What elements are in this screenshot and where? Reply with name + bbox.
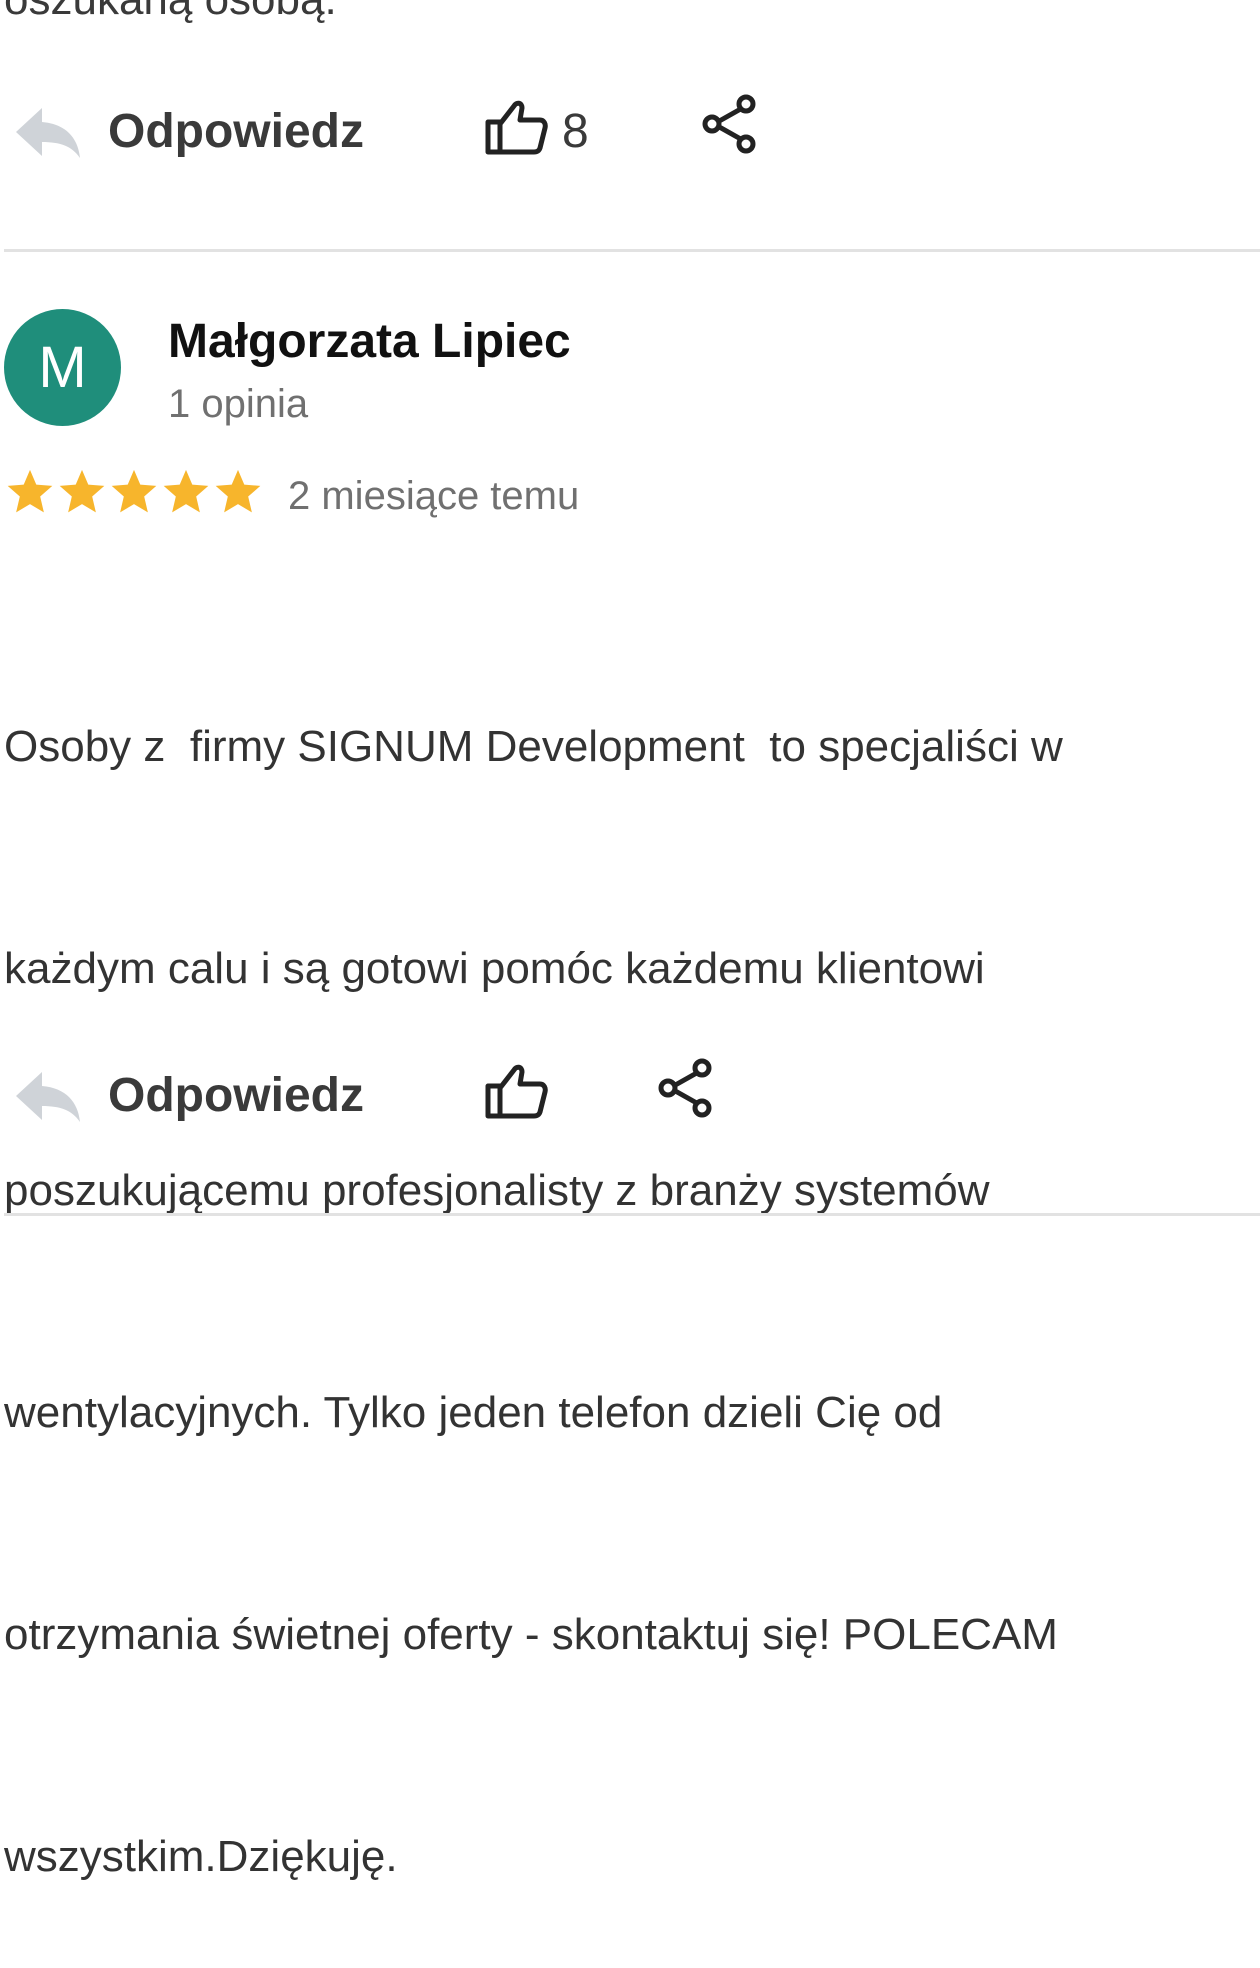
review-text-line: wentylacyjnych. Tylko jeden telefon dzie… <box>4 1388 943 1437</box>
review-text: Osoby z firmy SIGNUM Development to spec… <box>4 562 1260 1968</box>
star-icon <box>111 469 157 513</box>
review-text-line: Osoby z firmy SIGNUM Development to spec… <box>4 722 1063 771</box>
thumbs-up-icon[interactable] <box>484 96 550 158</box>
review-divider <box>4 249 1260 252</box>
reply-button[interactable]: Odpowiedz <box>108 1066 364 1126</box>
star-icon <box>59 469 105 513</box>
star-rating <box>4 462 264 522</box>
star-icon <box>215 469 261 513</box>
avatar[interactable]: M <box>4 309 121 426</box>
author-name[interactable]: Małgorzata Lipiec <box>168 312 571 372</box>
star-icon <box>163 469 209 513</box>
reply-arrow-icon[interactable] <box>12 1066 84 1126</box>
like-count: 8 <box>562 105 589 158</box>
review-text-line: otrzymania świetnej oferty - skontaktuj … <box>4 1610 1058 1659</box>
review-actions: Odpowiedz <box>0 1056 1260 1136</box>
review-text-line: każdym calu i są gotowi pomóc każdemu kl… <box>4 944 985 993</box>
review-date: 2 miesiące temu <box>288 474 580 518</box>
reply-arrow-icon[interactable] <box>12 102 84 162</box>
author-review-count: 1 opinia <box>168 382 309 426</box>
review-text-line: poszukującemu profesjonalisty z branży s… <box>4 1166 990 1215</box>
share-icon[interactable] <box>702 94 758 154</box>
review-divider <box>4 1213 1260 1216</box>
share-icon[interactable] <box>658 1058 714 1118</box>
previous-review-text: oszukaną osobą. <box>4 0 337 26</box>
reply-button[interactable]: Odpowiedz <box>108 102 364 162</box>
star-icon <box>7 469 53 513</box>
previous-review-actions: Odpowiedz 8 <box>0 92 1260 172</box>
review-text-line: wszystkim.Dziękuję. <box>4 1832 398 1881</box>
thumbs-up-icon[interactable] <box>484 1060 550 1122</box>
